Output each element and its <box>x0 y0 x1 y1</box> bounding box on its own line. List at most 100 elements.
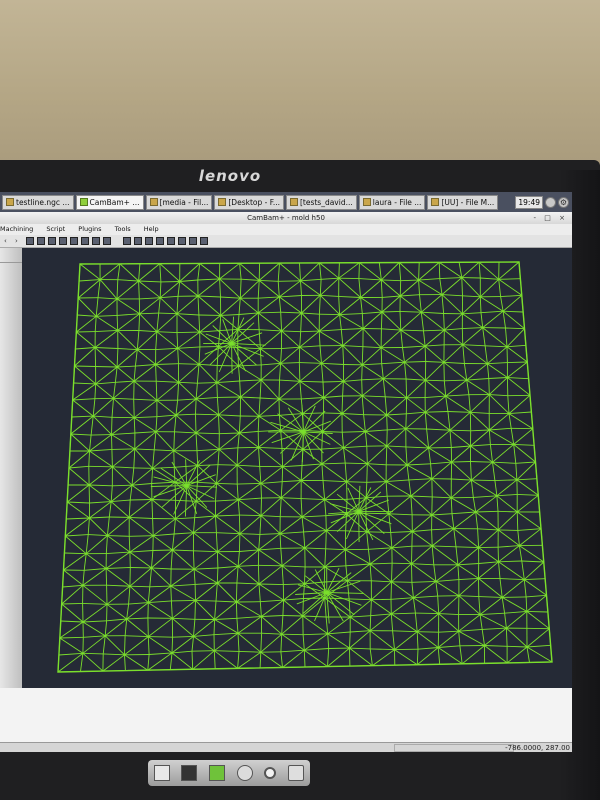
arc-button[interactable] <box>145 237 153 245</box>
mesh-diagonal <box>412 531 433 547</box>
cambam-icon <box>79 198 88 206</box>
mesh-diagonal <box>148 636 173 654</box>
circle-button[interactable] <box>167 237 175 245</box>
mesh-edge <box>362 311 383 315</box>
taskbar-task[interactable]: [tests_david... <box>285 194 357 210</box>
mesh-edge <box>170 586 172 601</box>
dim-button[interactable] <box>200 237 208 245</box>
view-iso-button[interactable] <box>59 237 67 245</box>
mesh-edge <box>237 551 240 567</box>
rect-button[interactable] <box>156 237 164 245</box>
mesh-edge <box>281 330 301 333</box>
mesh-diagonal <box>239 262 260 281</box>
mesh-edge <box>106 618 127 622</box>
line-button[interactable] <box>134 237 142 245</box>
mesh-diagonal <box>82 584 108 605</box>
taskbar-task-active[interactable]: CamBam+ ... <box>75 194 144 210</box>
settings-icon[interactable]: ⚙ <box>558 196 569 208</box>
mesh-edge <box>322 381 325 398</box>
mesh-edge <box>216 551 219 569</box>
mesh-edge <box>370 562 393 565</box>
window-controls[interactable]: - □ × <box>534 212 568 224</box>
mesh-diagonal <box>388 495 412 515</box>
mesh-edge <box>366 531 391 533</box>
disk-icon[interactable] <box>236 765 253 781</box>
taskbar-task[interactable]: [Desktop - F... <box>214 194 284 210</box>
mesh-edge <box>438 645 460 648</box>
mesh-diagonal <box>372 649 395 666</box>
mesh-diagonal <box>421 311 445 331</box>
mesh-diagonal <box>497 529 520 546</box>
poly-button[interactable] <box>178 237 186 245</box>
mesh-edge <box>457 564 460 580</box>
mesh-edge <box>364 431 368 447</box>
mesh-edge <box>341 413 364 416</box>
drawing-viewport[interactable] <box>22 248 572 688</box>
mesh-edge <box>92 398 96 417</box>
mesh-diagonal <box>279 262 301 282</box>
grid-button[interactable] <box>92 237 100 245</box>
mesh-edge <box>177 346 200 349</box>
view-side-button[interactable] <box>48 237 56 245</box>
tree-panel[interactable] <box>0 248 23 688</box>
mesh-diagonal <box>280 362 301 382</box>
mesh-edge <box>437 596 440 614</box>
mesh-edge <box>213 650 216 669</box>
mesh-edge <box>416 649 419 665</box>
mesh-edge <box>278 380 280 400</box>
menu-machining[interactable]: Machining <box>0 225 33 233</box>
mesh-diagonal <box>304 566 326 585</box>
terminal-icon[interactable] <box>181 765 198 781</box>
network-icon[interactable] <box>545 196 556 208</box>
point-button[interactable] <box>189 237 197 245</box>
menu-tools[interactable]: Tools <box>115 225 131 233</box>
taskbar-task[interactable]: testline.ngc ... <box>2 194 74 210</box>
mesh-edge <box>350 630 371 633</box>
mesh-diagonal <box>280 497 303 518</box>
snap-button[interactable] <box>103 237 111 245</box>
window-icon[interactable] <box>153 765 170 781</box>
mesh-edge <box>103 653 125 656</box>
mesh-edge <box>218 414 220 434</box>
select-button[interactable] <box>123 237 131 245</box>
search-icon[interactable] <box>264 767 277 779</box>
mesh-edge <box>280 362 300 364</box>
view-front-button[interactable] <box>37 237 45 245</box>
forward-icon[interactable]: › <box>15 237 23 245</box>
mesh-edge <box>156 414 177 418</box>
mesh-diagonal <box>155 364 179 383</box>
folder-icon[interactable] <box>288 765 305 781</box>
taskbar-task[interactable]: laura - File ... <box>358 194 426 210</box>
menu-script[interactable]: Script <box>46 225 65 233</box>
mesh-edge <box>345 565 348 581</box>
view-top-button[interactable] <box>26 237 34 245</box>
mesh-edge <box>237 432 240 448</box>
mesh-diagonal <box>470 429 490 447</box>
window-titlebar[interactable]: CamBam+ - mold h50 - □ × <box>0 212 572 224</box>
taskbar-task[interactable]: [UU] - File M... <box>427 194 499 210</box>
taskbar-task[interactable]: [media - Fil... <box>145 194 213 210</box>
mesh-edge <box>489 427 512 431</box>
mesh-edge <box>117 279 139 282</box>
mesh-edge <box>300 330 320 333</box>
mesh-edge <box>479 614 483 630</box>
mesh-diagonal <box>431 461 452 480</box>
clock[interactable]: 19:49 <box>515 195 543 209</box>
cambam-icon[interactable] <box>209 765 226 781</box>
menu-plugins[interactable]: Plugins <box>78 225 101 233</box>
mesh-edge <box>304 648 329 651</box>
text-button[interactable] <box>81 237 89 245</box>
mesh-edge <box>216 532 240 535</box>
menu-help[interactable]: Help <box>144 225 159 233</box>
back-icon[interactable]: ‹ <box>4 237 12 245</box>
mesh-diagonal <box>192 650 215 670</box>
mesh-diagonal <box>319 262 340 279</box>
zoom-fit-button[interactable] <box>70 237 78 245</box>
mesh-edge <box>343 445 367 449</box>
mesh-diagonal <box>172 600 196 619</box>
mesh-diagonal <box>489 413 510 431</box>
mesh-edge <box>321 462 346 465</box>
mesh-edge <box>466 380 470 395</box>
mesh-edge <box>126 604 130 620</box>
mesh-diagonal <box>260 633 282 653</box>
